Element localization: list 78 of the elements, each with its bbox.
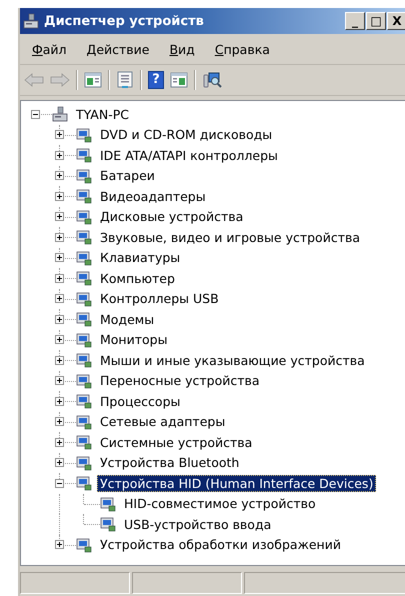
device-icon bbox=[76, 270, 92, 286]
tree-item[interactable]: Дисковые устройства bbox=[97, 208, 246, 226]
help-button[interactable]: ? bbox=[148, 71, 164, 89]
device-icon bbox=[76, 372, 92, 389]
expander-icon[interactable] bbox=[55, 396, 64, 406]
device-icon bbox=[76, 352, 92, 368]
expander-icon[interactable] bbox=[55, 294, 64, 304]
tree-item[interactable]: HID-совместимое устройство bbox=[121, 495, 319, 512]
show-tree-icon[interactable] bbox=[84, 72, 102, 88]
tree-item[interactable]: Устройства Bluetooth bbox=[97, 454, 242, 472]
tree-item[interactable]: Устройства обработки изображений bbox=[97, 536, 344, 554]
device-icon bbox=[76, 434, 92, 450]
menu-item[interactable]: Действие bbox=[86, 42, 150, 56]
expander-icon[interactable] bbox=[31, 110, 40, 119]
tree-item[interactable]: Звуковые, видео и игровые устройства bbox=[97, 228, 364, 246]
tree-item[interactable]: Компьютер bbox=[97, 270, 178, 287]
device-icon bbox=[100, 516, 116, 532]
tree-item[interactable]: Устройства HID (Human Interface Devices) bbox=[97, 474, 376, 492]
action-pane-icon[interactable] bbox=[170, 72, 188, 88]
tree-item[interactable]: USB-устройство ввода bbox=[121, 516, 274, 533]
tree-item[interactable]: Переносные устройства bbox=[97, 372, 263, 390]
expander-icon[interactable] bbox=[55, 314, 64, 324]
tree-item[interactable]: Процессоры bbox=[97, 392, 184, 410]
expander-icon[interactable] bbox=[55, 274, 64, 283]
device-icon bbox=[76, 414, 92, 430]
device-icon bbox=[76, 126, 92, 143]
tree-item[interactable]: DVD и CD-ROM дисководы bbox=[97, 126, 276, 144]
expander-icon[interactable] bbox=[55, 212, 64, 222]
device-icon bbox=[76, 208, 92, 225]
window-title: Диспетчер устройств bbox=[44, 14, 205, 28]
tree-item[interactable]: IDE ATA/ATAPI контроллеры bbox=[97, 146, 281, 164]
device-icon bbox=[76, 168, 92, 184]
device-icon bbox=[76, 290, 92, 307]
properties-icon[interactable] bbox=[116, 71, 134, 89]
tree-item[interactable]: Модемы bbox=[97, 310, 158, 328]
menu-item[interactable]: Файл bbox=[32, 42, 67, 56]
expander-icon[interactable] bbox=[55, 438, 64, 447]
tree-item[interactable]: Контроллеры USB bbox=[97, 290, 222, 308]
tree-item[interactable]: Видеоадаптеры bbox=[97, 188, 209, 205]
tree-item[interactable]: TYAN-PC bbox=[73, 106, 132, 123]
expander-icon[interactable] bbox=[55, 335, 64, 344]
tree-item[interactable]: Мыши и иные указывающие устройства bbox=[97, 352, 368, 369]
computer-icon bbox=[23, 13, 39, 29]
tree-item[interactable]: Мониторы bbox=[97, 331, 170, 348]
device-icon bbox=[76, 393, 92, 410]
device-icon bbox=[76, 188, 92, 204]
expander-icon[interactable] bbox=[55, 150, 64, 160]
device-icon bbox=[76, 147, 92, 164]
expander-icon[interactable] bbox=[55, 171, 64, 180]
expander-icon[interactable] bbox=[55, 356, 64, 365]
expander-icon[interactable] bbox=[55, 130, 64, 140]
expander-icon[interactable] bbox=[55, 192, 64, 201]
tree-item[interactable]: Системные устройства bbox=[97, 434, 256, 451]
scan-hardware-icon[interactable] bbox=[202, 71, 222, 89]
expander-icon[interactable] bbox=[55, 478, 64, 488]
tree-item[interactable]: Батареи bbox=[97, 167, 158, 184]
device-icon bbox=[100, 496, 116, 512]
window-control-button[interactable]: □ bbox=[366, 12, 386, 30]
menu-item[interactable]: Справка bbox=[214, 42, 270, 56]
tree-item[interactable]: Клавиатуры bbox=[97, 249, 184, 266]
device-icon bbox=[76, 229, 92, 246]
expander-icon[interactable] bbox=[55, 417, 64, 426]
expander-icon[interactable] bbox=[55, 232, 64, 242]
tree-item[interactable]: Сетевые адаптеры bbox=[97, 413, 228, 430]
device-icon bbox=[76, 475, 92, 492]
device-icon bbox=[76, 332, 92, 348]
device-icon bbox=[76, 311, 92, 328]
menu-item[interactable]: Вид bbox=[169, 42, 195, 56]
window-control-button[interactable]: _ bbox=[345, 12, 365, 30]
device-icon bbox=[76, 536, 92, 553]
device-icon bbox=[76, 454, 92, 471]
expander-icon[interactable] bbox=[55, 540, 64, 550]
expander-icon[interactable] bbox=[55, 253, 64, 262]
window-control-button[interactable]: X bbox=[387, 12, 405, 30]
expander-icon[interactable] bbox=[55, 376, 64, 386]
computer-icon bbox=[52, 106, 68, 122]
expander-icon[interactable] bbox=[55, 458, 64, 468]
device-icon bbox=[76, 250, 92, 266]
